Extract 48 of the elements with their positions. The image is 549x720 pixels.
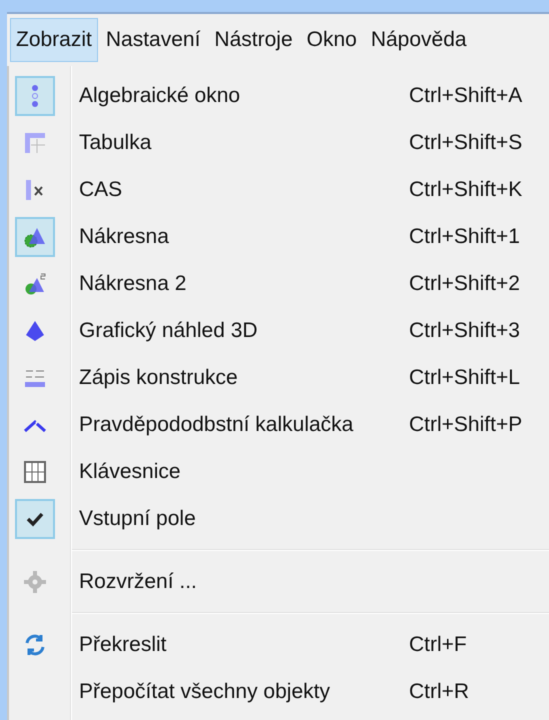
menu-item-label: Překreslit [79,632,168,658]
shortcut-label: Ctrl+Shift+A [409,82,522,109]
refresh-icon [23,632,47,656]
menu-item-label: Klávesnice [79,458,182,485]
menu-item-label: Pravděpododbstní kalkulačka [79,412,354,438]
menu-item-label: Tabulka [79,130,152,156]
triangle-circle-icon [23,272,47,296]
gear-icon [23,570,47,594]
shortcut-label: Ctrl+Shift+2 [409,270,520,297]
menu-item[interactable]: Grafický náhled 3D Ctrl+Shift+3 [9,307,549,354]
shortcut-label: Ctrl+Shift+3 [409,318,520,344]
menu-item-label: Grafický náhled 3D [79,318,259,344]
shortcut-label: Ctrl+F [409,632,467,658]
table-icon [23,130,47,154]
menu-item-label: Zápis konstrukce [79,364,239,391]
menu-bar-item[interactable]: Nastavení [100,18,206,62]
shortcut-label: Ctrl+R [409,678,470,705]
menu-item[interactable]: Nákresna Ctrl+Shift+1 [9,213,549,260]
menu-item[interactable]: Rozvržení ... [9,558,549,605]
shortcut-label: Ctrl+Shift+1 [409,224,520,250]
menu-item[interactable]: CAS Ctrl+Shift+K [9,166,549,213]
menu-item[interactable]: Pravděpododbstní kalkulačka Ctrl+Shift+P [9,401,549,448]
menu-item-label: Rozvržení ... [79,568,198,595]
menu-item[interactable]: Nákresna 2 Ctrl+Shift+2 [9,260,549,307]
shortcut-label: Ctrl+Shift+L [409,364,520,391]
menu-item[interactable]: Tabulka Ctrl+Shift+S [9,119,549,166]
menu-item[interactable]: Klávesnice [9,448,549,495]
pyramid-icon [23,318,47,342]
menu-item[interactable]: Vstupní pole [9,495,549,542]
menu-item-label: Přepočítat všechny objekty [79,678,331,705]
menu-item-label: Nákresna 2 [79,270,188,297]
menu-bar-item[interactable]: Nástroje [208,18,299,62]
menu-bar-item[interactable]: Zobrazit [10,18,98,62]
menu-bar-item[interactable]: Nápověda [364,18,473,62]
shortcut-label: Ctrl+Shift+S [409,130,522,156]
menu-item-label: Nákresna [79,224,170,250]
dots-icon [32,84,38,108]
keyboard-icon [23,460,47,484]
menu-bar-item[interactable]: Okno [300,18,363,62]
menu-item[interactable]: Překreslit Ctrl+F [9,621,549,668]
shortcut-label: Ctrl+Shift+P [409,412,522,438]
menu-item[interactable]: Zápis konstrukce Ctrl+Shift+L [9,354,549,401]
menu-item[interactable]: Přepočítat všechny objekty Ctrl+R [9,668,549,715]
shortcut-label: Ctrl+Shift+K [409,176,522,203]
menu-item-label: Vstupní pole [79,506,197,532]
menu-item-label: CAS [79,176,124,203]
menu-item[interactable]: Algebraické okno Ctrl+Shift+A [9,72,549,119]
menu-item-label: Algebraické okno [79,82,242,109]
